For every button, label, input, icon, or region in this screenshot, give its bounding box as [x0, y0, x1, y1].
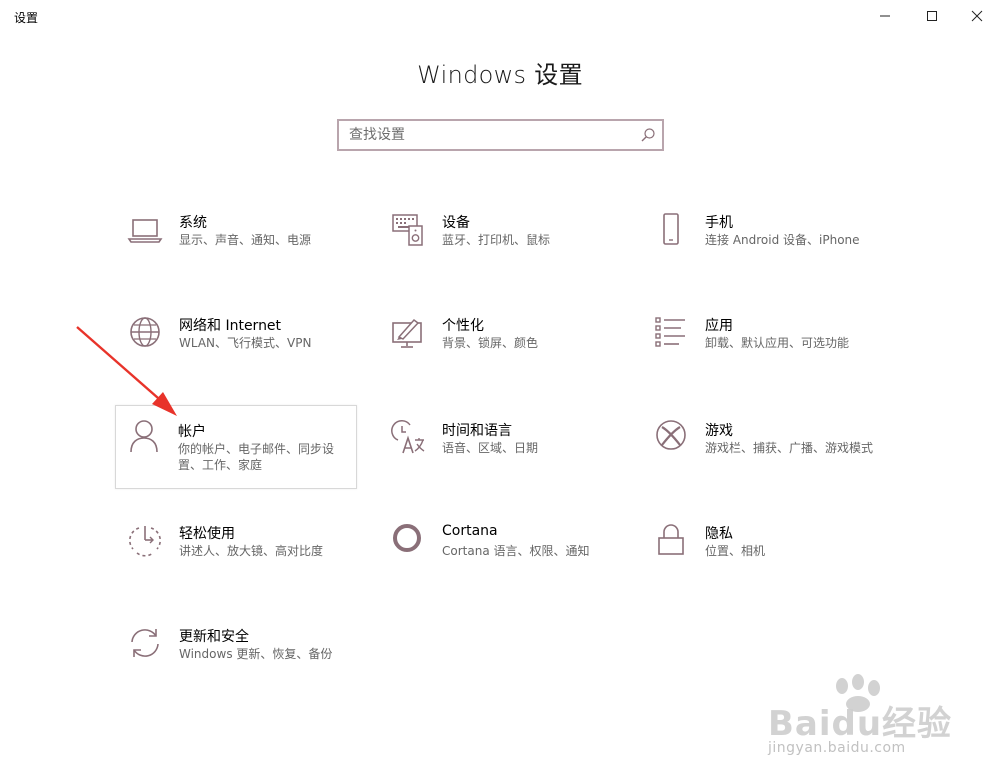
- tile-description: 显示、声音、通知、电源: [179, 233, 312, 247]
- tile-time-language[interactable]: 时间和语言 语音、区域、日期: [380, 420, 622, 480]
- tile-description: 蓝牙、打印机、鼠标: [442, 233, 551, 247]
- tile-name: 个性化: [442, 318, 484, 334]
- globe-icon: [127, 315, 163, 351]
- minimize-button[interactable]: [862, 0, 908, 32]
- tile-name: 设备: [442, 215, 470, 231]
- maximize-button[interactable]: [909, 0, 955, 32]
- tile-gaming[interactable]: 游戏 游戏栏、捕获、广播、游戏模式: [643, 420, 885, 480]
- tile-description: Windows 更新、恢复、备份: [179, 647, 333, 661]
- tile-description: 卸载、默认应用、可选功能: [705, 336, 850, 350]
- tile-description: 背景、锁屏、颜色: [442, 336, 539, 350]
- window-title: 设置: [14, 11, 39, 25]
- tile-system[interactable]: 系统 显示、声音、通知、电源: [117, 212, 359, 272]
- search-input[interactable]: [339, 121, 629, 149]
- xbox-icon: [653, 420, 689, 456]
- tile-description: Cortana 语言、权限、通知: [442, 544, 590, 558]
- tile-cortana[interactable]: Cortana Cortana 语言、权限、通知: [380, 523, 622, 583]
- person-icon: [126, 418, 162, 454]
- tile-update-security[interactable]: 更新和安全 Windows 更新、恢复、备份: [117, 626, 359, 686]
- tile-apps[interactable]: 应用 卸载、默认应用、可选功能: [643, 315, 885, 375]
- tile-description: 位置、相机: [705, 544, 766, 558]
- tile-name: 帐户: [178, 424, 206, 440]
- tile-description: 讲述人、放大镜、高对比度: [179, 544, 324, 558]
- watermark-url: jingyan.baidu.com: [768, 740, 906, 756]
- tile-personalization[interactable]: 个性化 背景、锁屏、颜色: [380, 315, 622, 375]
- cortana-ring-icon: [390, 523, 426, 559]
- tile-name: Cortana: [442, 523, 498, 539]
- search-icon[interactable]: [640, 127, 656, 147]
- title-bar: 设置: [0, 0, 1000, 32]
- sync-arrows-icon: [127, 626, 163, 662]
- laptop-icon: [127, 212, 163, 248]
- tile-accounts[interactable]: 帐户 你的帐户、电子邮件、同步设置、工作、家庭: [115, 405, 357, 489]
- lock-icon: [653, 523, 689, 559]
- tile-devices[interactable]: 设备 蓝牙、打印机、鼠标: [380, 212, 622, 272]
- tile-name: 时间和语言: [442, 423, 512, 439]
- page-title: Windows 设置: [417, 61, 583, 89]
- tile-network[interactable]: 网络和 Internet WLAN、飞行模式、VPN: [117, 315, 359, 375]
- ease-of-access-icon: [127, 523, 163, 559]
- tile-name: 手机: [705, 215, 733, 231]
- tile-name: 游戏: [705, 423, 733, 439]
- tile-name: 更新和安全: [179, 629, 249, 645]
- tile-description: 连接 Android 设备、iPhone: [705, 233, 860, 247]
- tile-description: 语音、区域、日期: [442, 441, 539, 455]
- tile-description: 游戏栏、捕获、广播、游戏模式: [705, 441, 874, 455]
- tile-name: 系统: [179, 215, 207, 231]
- watermark-brand: Baidu经验: [768, 704, 953, 744]
- keyboard-speaker-icon: [390, 212, 426, 248]
- clock-language-icon: [390, 420, 426, 456]
- tile-name: 应用: [705, 318, 733, 334]
- close-icon: [971, 10, 983, 22]
- tile-name: 网络和 Internet: [179, 318, 282, 334]
- tile-name: 轻松使用: [179, 526, 235, 542]
- tile-description: WLAN、飞行模式、VPN: [179, 336, 312, 350]
- watermark: Baidu经验 jingyan.baidu.com: [760, 672, 970, 768]
- tile-phone[interactable]: 手机 连接 Android 设备、iPhone: [643, 212, 885, 272]
- app-list-icon: [653, 315, 689, 351]
- tile-description: 你的帐户、电子邮件、同步设置、工作、家庭: [178, 442, 335, 472]
- maximize-icon: [927, 11, 937, 21]
- minimize-icon: [880, 15, 890, 17]
- paint-monitor-icon: [390, 315, 426, 351]
- close-button[interactable]: [954, 0, 1000, 32]
- tile-ease-of-access[interactable]: 轻松使用 讲述人、放大镜、高对比度: [117, 523, 359, 583]
- search-box[interactable]: [337, 119, 664, 151]
- phone-icon: [653, 212, 689, 248]
- tile-privacy[interactable]: 隐私 位置、相机: [643, 523, 885, 583]
- tile-name: 隐私: [705, 526, 733, 542]
